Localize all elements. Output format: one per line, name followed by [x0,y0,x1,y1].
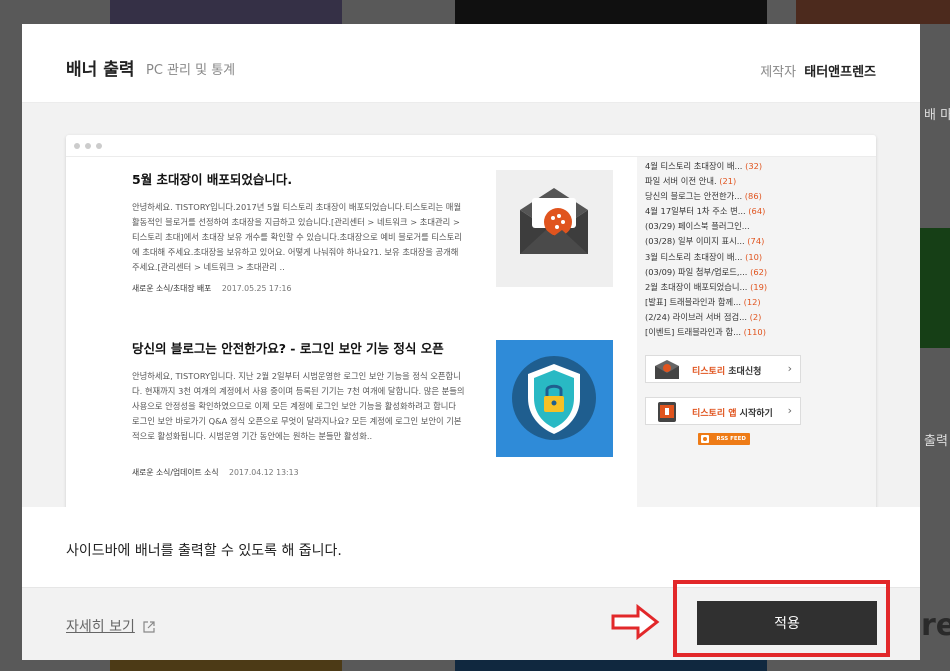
invite-envelope-icon [654,360,680,380]
list-item: 파일 서버 이전 안내. (21) [645,176,737,187]
background-text: 배 마 [924,108,950,123]
list-item: [발표] 트래블라인과 함께... (12) [645,296,761,307]
rss-label: RSS FEED [716,436,746,442]
preview-window: 5월 초대장이 배포되었습니다. 안녕하세요. TISTORY입니다.2017년… [66,135,876,507]
mail-envelope-icon [496,170,613,287]
preview-area: 5월 초대장이 배포되었습니다. 안녕하세요. TISTORY입니다.2017년… [22,103,920,507]
post-excerpt: 안녕하세요. TISTORY입니다.2017년 5월 티스토리 초대장이 배포되… [132,202,462,272]
preview-sidebar: 4월 티스토리 초대장이 배... (32) 파일 서버 이전 안내. (21)… [637,157,876,507]
list-item: 2월 초대장이 배포되었습니... (19) [645,281,768,292]
list-item: (03/29) 페이스북 플러그인... [645,221,750,232]
post-category: 새로운 소식/초대장 배포 [132,284,212,293]
list-item: (03/28) 일부 이미지 표시... (74) [645,236,765,247]
preview-window-bar [66,135,876,157]
list-item: 4월 17일부터 1차 주소 변... (64) [645,206,766,217]
banner-highlight: 티스토리 앱 [692,409,737,419]
mobile-app-icon [654,402,680,422]
window-dot [85,143,91,149]
post-date: 2017.04.12 13:13 [228,468,299,477]
list-item: (03/09) 파일 첨부/업로드,... (62) [645,266,768,277]
post-category: 새로운 소식/업데이트 소식 [132,468,219,477]
list-item: 3월 티스토리 초대장이 배... (10) [645,251,763,262]
more-details-link[interactable]: 자세히 보기 [66,616,135,636]
background-text: re [921,608,950,643]
modal-title: 배너 출력 [66,60,135,80]
list-item: 4월 티스토리 초대장이 배... (32) [645,161,763,171]
window-dot [96,143,102,149]
post-excerpt: 안녕하세요, TISTORY입니다. 지난 2월 2일부터 시범운영한 로그인 … [132,371,465,441]
maker-name: 태터앤프렌즈 [804,65,876,80]
list-item: 당신의 블로그는 안전한가... (86) [645,191,762,202]
banner-label: 시작하기 [736,409,773,419]
rss-icon [701,435,709,443]
invite-request-banner: 티스토리 초대신청 › [645,355,801,383]
sidebar-post-list: 4월 티스토리 초대장이 배... (32) 파일 서버 이전 안내. (21)… [645,159,805,340]
post-date: 2017.05.25 17:16 [221,284,292,293]
maker-info: 제작자 태터앤프렌즈 [760,61,876,80]
chevron-right-icon: › [787,362,792,375]
annotation-arrow-icon [611,604,660,640]
rss-feed-badge: RSS FEED [698,433,750,445]
plugin-description: 사이드바에 배너를 출력할 수 있도록 해 줍니다. [66,543,342,559]
list-item: (2/24) 라이브러 서버 점검... (2) [645,311,762,322]
annotation-highlight-box [673,580,890,657]
banner-plugin-modal: 배너 출력 PC 관리 및 통계 제작자 태터앤프렌즈 5월 초대장이 배포되었… [22,24,920,660]
modal-subtitle: PC 관리 및 통계 [146,63,236,78]
post-meta: 새로운 소식/업데이트 소식 2017.04.12 13:13 [132,467,612,478]
banner-highlight: 티스토리 [692,367,726,377]
app-start-banner: 티스토리 앱 시작하기 › [645,397,801,425]
modal-header: 배너 출력 PC 관리 및 통계 제작자 태터앤프렌즈 [22,24,920,103]
background-text: 출력 [924,434,948,449]
list-item: [이벤트] 트래블라인과 함... (110) [645,327,766,338]
window-dot [74,143,80,149]
maker-label: 제작자 [760,65,797,80]
external-link-icon[interactable] [143,618,155,633]
security-shield-lock-icon [496,340,613,457]
chevron-right-icon: › [787,404,792,417]
banner-label: 초대신청 [725,367,762,377]
description-section: 사이드바에 배너를 출력할 수 있도록 해 줍니다. [22,507,920,587]
